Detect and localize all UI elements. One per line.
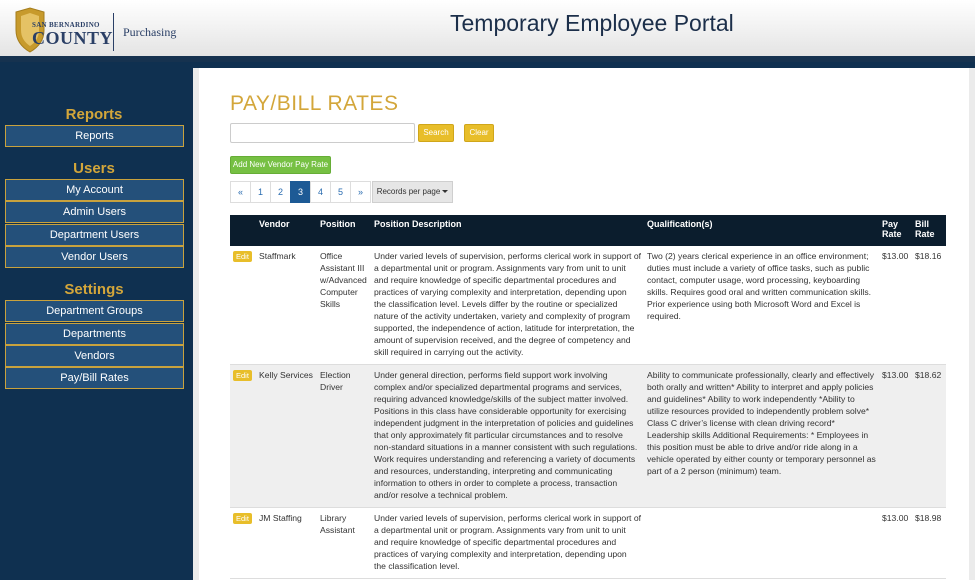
row-edit-cell: Edit (230, 364, 256, 508)
header-edit (230, 215, 256, 246)
content-panel: PAY/BILL RATES Search Clear Add New Vend… (199, 68, 969, 580)
logo-main-text: COUNTY (32, 28, 114, 48)
qualifications-cell: Ability to communicate professionally, c… (644, 364, 879, 508)
position-cell: Library Assistant (317, 507, 371, 579)
sidebar-item-departments[interactable]: Departments (5, 323, 184, 345)
pager-page-5[interactable]: 5 (330, 181, 351, 203)
logo-divider (113, 13, 114, 51)
position-cell: Office Assistant III w/Advanced Computer… (317, 246, 371, 365)
header-position[interactable]: Position (317, 215, 371, 246)
edit-button[interactable]: Edit (233, 251, 252, 262)
row-edit-cell: Edit (230, 507, 256, 579)
description-cell: Under varied levels of supervision, perf… (371, 246, 644, 365)
sidebar-item-pay-bill-rates[interactable]: Pay/Bill Rates (5, 367, 184, 389)
sidebar-item-reports[interactable]: Reports (5, 125, 184, 147)
sidebar-item-my-account[interactable]: My Account (5, 179, 184, 201)
county-logo[interactable]: SAN BERNARDINO COUNTY (10, 6, 113, 56)
search-input[interactable] (230, 123, 415, 143)
qualifications-cell (644, 507, 879, 579)
row-edit-cell: Edit (230, 246, 256, 365)
table-header-row: Vendor Position Position Description Qua… (230, 215, 946, 246)
bill-rate-cell: $18.98 (912, 507, 946, 579)
pay-rate-cell: $13.00 (879, 507, 912, 579)
vendor-cell: Staffmark (256, 246, 317, 365)
vendor-cell: Kelly Services (256, 364, 317, 508)
sidebar-heading-reports: Reports (65, 106, 123, 123)
page-header: SAN BERNARDINO COUNTY Purchasing Tempora… (0, 0, 975, 62)
caret-down-icon (442, 190, 449, 194)
pay-rates-table: Vendor Position Position Description Qua… (230, 215, 946, 579)
pager-page-1[interactable]: 1 (250, 181, 271, 203)
page-title: PAY/BILL RATES (230, 92, 399, 115)
pay-rate-cell: $13.00 (879, 246, 912, 365)
edit-button[interactable]: Edit (233, 370, 252, 381)
vendor-cell: JM Staffing (256, 507, 317, 579)
department-name: Purchasing (123, 25, 177, 39)
portal-title: Temporary Employee Portal (450, 10, 734, 36)
description-cell: Under varied levels of supervision, perf… (371, 507, 644, 579)
header-bill-rate[interactable]: Bill Rate (912, 215, 946, 246)
position-cell: Election Driver (317, 364, 371, 508)
add-vendor-pay-rate-button[interactable]: Add New Vendor Pay Rate (230, 156, 331, 174)
sidebar-heading-users: Users (73, 160, 115, 177)
pager-next[interactable]: » (350, 181, 371, 203)
pagination: « 1 2 3 4 5 » Records per page (230, 181, 453, 203)
sidebar-item-admin-users[interactable]: Admin Users (5, 201, 184, 223)
pager-page-4[interactable]: 4 (310, 181, 331, 203)
header-vendor[interactable]: Vendor (256, 215, 317, 246)
header-qualifications[interactable]: Qualification(s) (644, 215, 879, 246)
qualifications-cell: Two (2) years clerical experience in an … (644, 246, 879, 365)
sidebar-item-department-groups[interactable]: Department Groups (5, 300, 184, 322)
sidebar-item-department-users[interactable]: Department Users (5, 224, 184, 246)
header-description[interactable]: Position Description (371, 215, 644, 246)
table-row: Edit JM Staffing Library Assistant Under… (230, 507, 946, 579)
bill-rate-cell: $18.62 (912, 364, 946, 508)
sidebar-item-vendors[interactable]: Vendors (5, 345, 184, 367)
bill-rate-cell: $18.16 (912, 246, 946, 365)
records-per-page-dropdown[interactable]: Records per page (372, 181, 453, 203)
pager-prev[interactable]: « (230, 181, 251, 203)
pay-rate-cell: $13.00 (879, 364, 912, 508)
header-pay-rate[interactable]: Pay Rate (879, 215, 912, 246)
table-row: Edit Staffmark Office Assistant III w/Ad… (230, 246, 946, 365)
search-button[interactable]: Search (418, 124, 454, 142)
main-content: PAY/BILL RATES Search Clear Add New Vend… (193, 68, 975, 580)
sidebar: Reports Reports Users My Account Admin U… (0, 68, 193, 580)
sidebar-item-vendor-users[interactable]: Vendor Users (5, 246, 184, 268)
records-per-page-label: Records per page (376, 187, 441, 196)
pager-page-2[interactable]: 2 (270, 181, 291, 203)
edit-button[interactable]: Edit (233, 513, 252, 524)
sidebar-heading-settings: Settings (64, 281, 124, 298)
pager-page-3[interactable]: 3 (290, 181, 311, 203)
clear-button[interactable]: Clear (464, 124, 494, 142)
table-row: Edit Kelly Services Election Driver Unde… (230, 364, 946, 508)
description-cell: Under general direction, performs field … (371, 364, 644, 508)
